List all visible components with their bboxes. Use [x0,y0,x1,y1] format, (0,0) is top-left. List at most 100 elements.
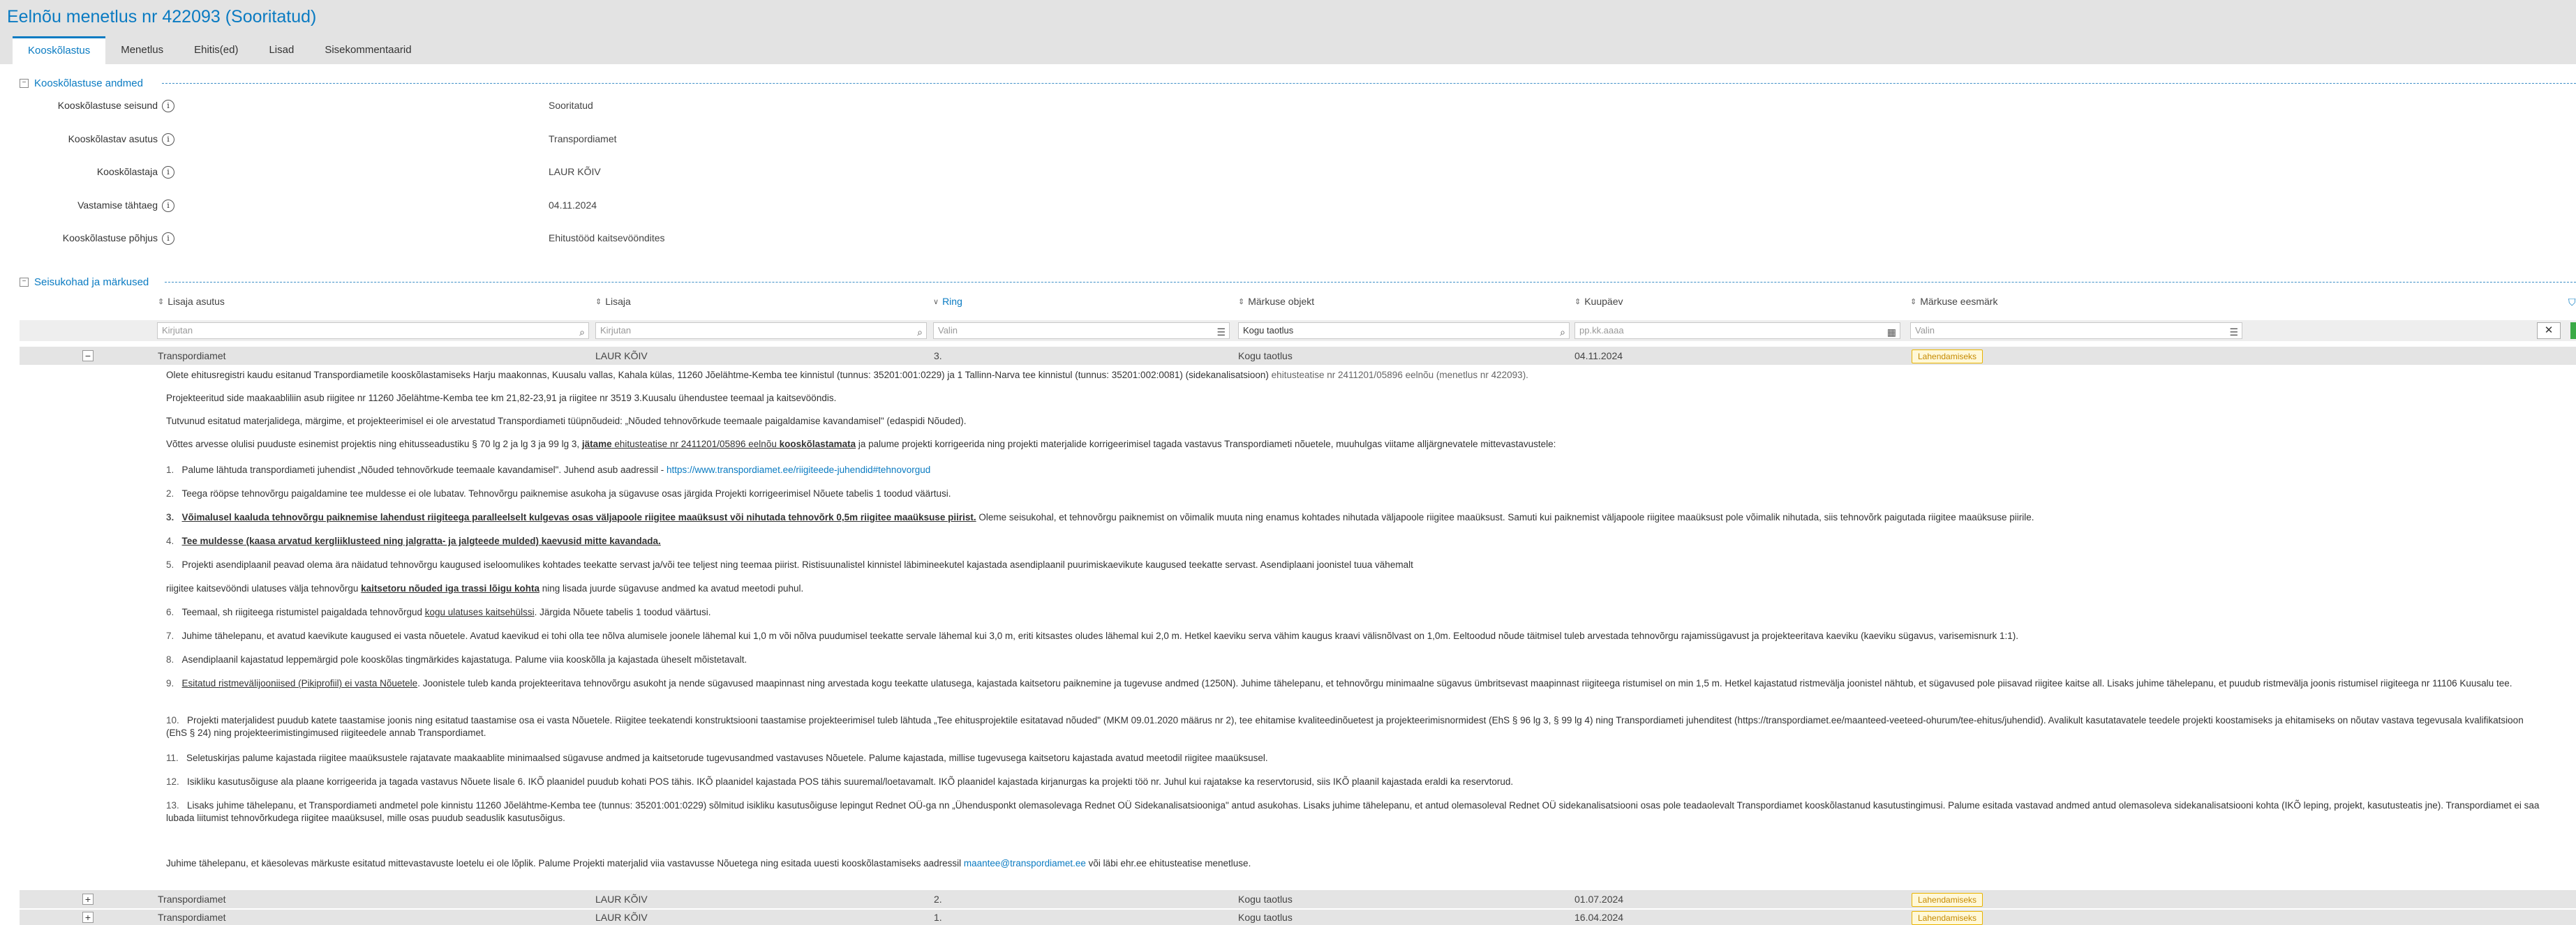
tab-lisad[interactable]: Lisad [253,36,309,64]
collapse-row-icon[interactable]: − [82,350,94,361]
purpose-filter-select[interactable]: Valin ☰ [1910,322,2242,339]
cell-date: 01.07.2024 [1574,894,1624,905]
detail-paragraph: Tutvunud esitatud materjalidega, märgime… [166,416,967,426]
field-label: Kooskõlastaja [96,166,158,177]
date-filter-input[interactable]: pp.kk.aaaa ▦ [1574,322,1900,339]
field-value: Sooritatud [549,100,593,111]
list-item: 6. Teemaal, sh riigiteega ristumistel pa… [166,607,711,617]
column-header-purpose[interactable]: ⇕ Märkuse eesmärk [1910,296,1997,307]
filter-bar: Kirjutan ⌕ Kirjutan ⌕ Valin ☰ Kogu taotlus ⌕… [20,320,2576,341]
cell-object: Kogu taotlus [1238,912,1293,923]
search-icon[interactable]: ⌕ [579,324,585,340]
tab-ehitised[interactable]: Ehitis(ed) [179,36,253,64]
column-header-object[interactable]: ⇕ Märkuse objekt [1238,296,1314,307]
close-icon: ✕ [2544,324,2554,336]
info-icon[interactable]: i [162,200,174,213]
cell-agency: Transpordiamet [158,894,226,905]
list-item: 3. Võimalusel kaaluda tehnovõrgu paiknem… [166,512,2034,522]
sort-icon: ⇕ [1574,297,1581,306]
table-row[interactable]: + Transpordiamet LAUR KÕIV 2. Kogu taotl… [20,890,2576,908]
agency-filter-input[interactable]: Kirjutan ⌕ [157,322,589,339]
field-value: LAUR KÕIV [549,166,601,177]
remarks-section-title: Seisukohad ja märkused [34,276,149,288]
cell-author: LAUR KÕIV [595,350,648,361]
info-icon[interactable]: i [162,232,174,246]
list-item: 1. Palume lähtuda transpordiameti juhend… [166,465,931,475]
cell-agency: Transpordiamet [158,350,226,361]
sort-desc-icon: ∨ [933,297,939,306]
cell-author: LAUR KÕIV [595,912,648,923]
tab-sisekommentaarid[interactable]: Sisekommentaarid [309,36,426,64]
list-item: 13. Lisaks juhime tähelepanu, et Transpo… [166,800,2540,823]
object-filter-input[interactable]: Kogu taotlus ⌕ [1238,322,1570,339]
section-divider [165,282,2576,283]
table-row[interactable]: + Transpordiamet LAUR KÕIV 1. Kogu taotl… [20,910,2576,925]
filter-icon[interactable]: ⛉ [2568,296,2576,308]
cell-round: 3. [934,350,942,361]
juhend-link[interactable]: https://www.transpordiamet.ee/riigiteede… [667,465,930,475]
field-label: Kooskõlastuse seisund [57,100,158,111]
sort-icon: ⇕ [158,297,165,306]
tab-bar: Kooskõlastus Menetlus Ehitis(ed) Lisad S… [13,36,427,66]
cell-date: 04.11.2024 [1574,350,1623,361]
list-item: 10. Projekti materjalidest puudub katete… [166,715,2524,738]
collapse-icon[interactable]: − [20,78,29,88]
field-deadline: Vastamise tähtaeg i 04.11.2024 [0,200,837,216]
approval-section-header[interactable]: − Kooskõlastuse andmed [20,75,143,91]
sort-icon: ⇕ [1238,297,1245,306]
list-item: 7. Juhime tähelepanu, et avatud kaevikut… [166,631,2018,641]
field-label: Kooskõlastuse põhjus [62,232,158,243]
remarks-section-header[interactable]: − Seisukohad ja märkused [20,273,149,290]
tab-kooskolastus[interactable]: Kooskõlastus [13,36,106,66]
email-link[interactable]: maantee@transpordiamet.ee [964,858,1086,868]
list-icon[interactable]: ☰ [1216,324,1226,340]
column-header-agency[interactable]: ⇕ Lisaja asutus [158,296,225,307]
list-item: 12. Isikliku kasutusõiguse ala plaane ko… [166,776,1514,787]
author-filter-input[interactable]: Kirjutan ⌕ [595,322,927,339]
detail-closing: Juhime tähelepanu, et käesolevas märkust… [166,858,1251,868]
cell-round: 2. [934,894,942,905]
cell-author: LAUR KÕIV [595,894,648,905]
list-item: 5. Projekti asendiplaanil peavad olema ä… [166,559,1413,570]
field-value: Ehitustööd kaitsevööndites [549,232,665,243]
field-label: Vastamise tähtaeg [77,200,158,211]
search-icon[interactable]: ⌕ [917,324,923,340]
info-icon[interactable]: i [162,166,174,179]
collapse-icon[interactable]: − [20,277,29,287]
column-header-round[interactable]: ∨ Ring [933,296,962,307]
cell-agency: Transpordiamet [158,912,226,923]
list-item-continuation: riigitee kaitsevööndi ulatuses välja teh… [166,583,804,594]
info-icon[interactable]: i [162,100,174,113]
info-icon[interactable]: i [162,133,174,146]
status-badge: Lahendamiseks [1912,893,1983,907]
list-item: 4. Tee muldesse (kaasa arvatud kergliikl… [166,536,661,546]
calendar-icon[interactable]: ▦ [1887,324,1896,340]
section-divider [162,83,2576,84]
list-item: 11. Seletuskirjas palume kajastada riigi… [166,753,1268,763]
search-icon[interactable]: ⌕ [1560,324,1565,340]
table-row[interactable]: − Transpordiamet LAUR KÕIV 3. Kogu taotl… [20,347,2576,365]
sort-icon: ⇕ [595,297,602,306]
field-value: Transpordiamet [549,133,617,144]
list-item: 9. Esitatud ristmevälijooniised (Pikipro… [166,678,2512,689]
clear-filters-button[interactable]: ✕ [2537,322,2561,339]
detail-paragraph: Projekteeritud side maakaabliliin asub r… [166,393,837,403]
field-label: Kooskõlastav asutus [68,133,158,144]
round-filter-select[interactable]: Valin ☰ [933,322,1230,339]
status-badge: Lahendamiseks [1912,349,1983,363]
column-header-date[interactable]: ⇕ Kuupäev [1574,296,1623,307]
detail-paragraph: Olete ehitusregistri kaudu esitanud Tran… [166,370,1528,380]
cell-date: 16.04.2024 [1574,912,1624,923]
expand-row-icon[interactable]: + [82,912,94,923]
list-item: 8. Asendiplaanil kajastatud leppemärgid … [166,654,747,665]
field-status: Kooskõlastuse seisund i Sooritatud [0,100,837,116]
list-item: 2. Teega rööpse tehnovõrgu paigaldamine … [166,488,951,499]
page-title: Eelnõu menetlus nr 422093 (Sooritatud) [7,7,317,27]
expand-row-icon[interactable]: + [82,894,94,905]
approval-section-title: Kooskõlastuse andmed [34,77,143,89]
list-icon[interactable]: ☰ [2229,324,2238,340]
sort-icon: ⇕ [1910,297,1917,306]
apply-filters-button[interactable]: ✓ [2570,322,2576,339]
column-header-author[interactable]: ⇕ Lisaja [595,296,631,307]
tab-menetlus[interactable]: Menetlus [105,36,179,64]
